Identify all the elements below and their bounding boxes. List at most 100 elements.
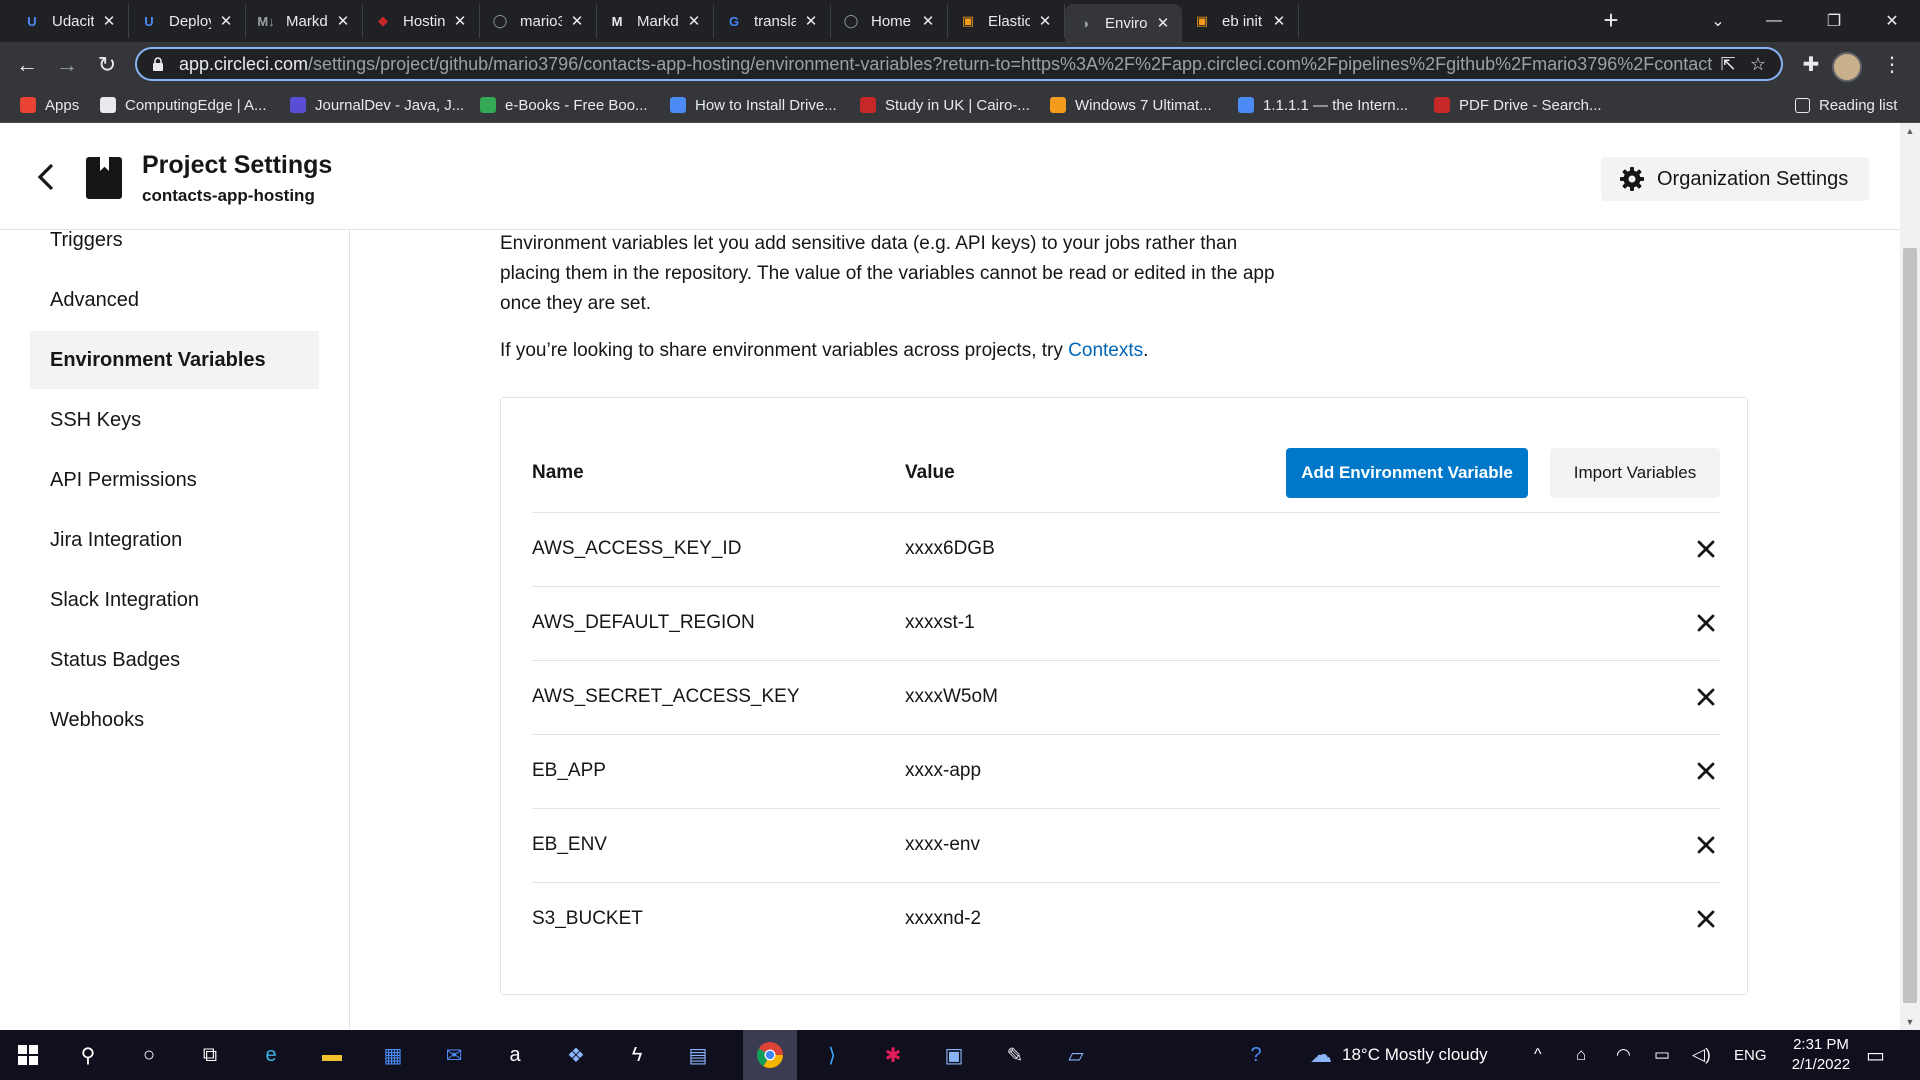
browser-tab[interactable]: ◆ Hosting a ✕ xyxy=(363,4,480,38)
remote-desktop-icon[interactable]: ▤ xyxy=(682,1039,714,1071)
tab-close-icon[interactable]: ✕ xyxy=(1154,14,1172,32)
browser-tab[interactable]: ▣ eb init - A ✕ xyxy=(1182,4,1299,38)
delete-variable-close-icon[interactable] xyxy=(1695,834,1717,856)
monitor-app-icon[interactable]: ▣ xyxy=(938,1039,970,1071)
delete-variable-close-icon[interactable] xyxy=(1695,686,1717,708)
scroll-down-arrow-icon[interactable]: ▼ xyxy=(1900,1014,1920,1030)
tab-close-icon[interactable]: ✕ xyxy=(1270,12,1288,30)
weather-widget[interactable]: ☁ 18°C Mostly cloudy xyxy=(1310,1030,1488,1080)
meet-icon[interactable]: ⌂ xyxy=(1576,1030,1586,1080)
contexts-link[interactable]: Contexts xyxy=(1068,340,1143,361)
sidebar-item-webhooks[interactable]: Webhooks xyxy=(30,691,319,749)
system-clock[interactable]: 2:31 PM 2/1/2022 xyxy=(1776,1035,1866,1075)
wifi-icon[interactable]: ◠ xyxy=(1616,1030,1631,1080)
sidebar-item-triggers[interactable]: Triggers xyxy=(30,211,319,269)
browser-tab[interactable]: M Markdow ✕ xyxy=(597,4,714,38)
new-tab-button[interactable]: + xyxy=(1596,6,1626,36)
help-icon[interactable]: ? xyxy=(1240,1039,1272,1071)
bookmark-item[interactable]: ComputingEdge | A... xyxy=(100,95,266,115)
bookmark-item[interactable]: Windows 7 Ultimat... xyxy=(1050,95,1212,115)
vscode-icon[interactable]: ⟩ xyxy=(816,1039,848,1071)
bookmark-item[interactable]: JournalDev - Java, J... xyxy=(290,95,464,115)
tab-close-icon[interactable]: ✕ xyxy=(919,12,937,30)
search-icon[interactable]: ⚲ xyxy=(72,1039,104,1071)
edge-icon[interactable]: e xyxy=(255,1039,287,1071)
forward-arrow-icon[interactable]: → xyxy=(52,50,82,80)
chrome-icon[interactable] xyxy=(743,1030,797,1080)
delete-variable-close-icon[interactable] xyxy=(1695,612,1717,634)
back-chevron-icon[interactable] xyxy=(34,163,58,191)
reading-list[interactable]: Reading list xyxy=(1795,95,1897,115)
store-icon[interactable]: ▦ xyxy=(377,1039,409,1071)
bookmark-item[interactable]: 1.1.1.1 — the Intern... xyxy=(1238,95,1408,115)
dropbox-icon[interactable]: ❖ xyxy=(560,1039,592,1071)
page-scrollbar[interactable]: ▲ ▼ xyxy=(1900,123,1920,1030)
sidebar-item-status-badges[interactable]: Status Badges xyxy=(30,631,319,689)
scroll-up-arrow-icon[interactable]: ▲ xyxy=(1900,123,1920,139)
restore-icon[interactable]: ❐ xyxy=(1806,0,1862,42)
file-explorer-icon[interactable]: ▬ xyxy=(316,1039,348,1071)
menu-kebab-icon[interactable]: ⋮ xyxy=(1878,52,1906,80)
minimize-icon[interactable]: — xyxy=(1746,0,1802,42)
tab-close-icon[interactable]: ✕ xyxy=(217,12,235,30)
tab-close-icon[interactable]: ✕ xyxy=(1036,12,1054,30)
browser-tab[interactable]: ◑ Environm ✕ xyxy=(1065,4,1182,42)
tab-close-icon[interactable]: ✕ xyxy=(100,12,118,30)
browser-toolbar: ← → ↻ app.circleci.com/settings/project/… xyxy=(0,42,1920,88)
tab-close-icon[interactable]: ✕ xyxy=(802,12,820,30)
bookmark-item[interactable]: How to Install Drive... xyxy=(670,95,837,115)
sidebar-item-jira-integration[interactable]: Jira Integration xyxy=(30,511,319,569)
organization-settings-button[interactable]: Organization Settings xyxy=(1601,157,1869,201)
notifications-icon[interactable]: ▭ xyxy=(1866,1030,1885,1080)
bookmark-star-icon[interactable]: ☆ xyxy=(1743,54,1773,75)
language-indicator[interactable]: ENG xyxy=(1734,1030,1767,1080)
window-close-icon[interactable]: ✕ xyxy=(1864,0,1920,42)
browser-tab[interactable]: U Udacity R ✕ xyxy=(12,4,129,38)
delete-variable-close-icon[interactable] xyxy=(1695,908,1717,930)
browser-tab[interactable]: ◯ mario379 ✕ xyxy=(480,4,597,38)
address-bar[interactable]: app.circleci.com/settings/project/github… xyxy=(135,47,1783,81)
paint-icon[interactable]: ✎ xyxy=(999,1039,1031,1071)
browser-tab[interactable]: ▣ Elastic Be ✕ xyxy=(948,4,1065,38)
tab-close-icon[interactable]: ✕ xyxy=(451,12,469,30)
tab-close-icon[interactable]: ✕ xyxy=(568,12,586,30)
extensions-icon[interactable]: ✚ xyxy=(1797,52,1825,80)
reload-icon[interactable]: ↻ xyxy=(92,50,122,80)
bookmark-item[interactable]: PDF Drive - Search... xyxy=(1434,95,1602,115)
task-view-icon[interactable]: ⧉ xyxy=(194,1039,226,1071)
sidebar-item-advanced[interactable]: Advanced xyxy=(30,271,319,329)
tab-search-icon[interactable]: ⌄ xyxy=(1690,0,1746,42)
scrollbar-thumb[interactable] xyxy=(1903,248,1917,1003)
cortana-icon[interactable]: ○ xyxy=(133,1039,165,1071)
battery-icon[interactable]: ▭ xyxy=(1654,1030,1670,1080)
back-arrow-icon[interactable]: ← xyxy=(12,50,42,80)
add-environment-variable-button[interactable]: Add Environment Variable xyxy=(1286,448,1528,498)
amazon-icon[interactable]: a xyxy=(499,1039,531,1071)
delete-variable-close-icon[interactable] xyxy=(1695,538,1717,560)
browser-tab[interactable]: ◯ Home - p ✕ xyxy=(831,4,948,38)
windows-start-icon[interactable] xyxy=(12,1039,44,1071)
share-icon[interactable]: ⇱ xyxy=(1713,54,1743,75)
bookmark-item[interactable]: e-Books - Free Boo... xyxy=(480,95,648,115)
browser-tab[interactable]: U Deployme ✕ xyxy=(129,4,246,38)
browser-tab[interactable]: Gtranslate ✕ xyxy=(714,4,831,38)
profile-avatar[interactable] xyxy=(1832,52,1862,82)
tab-close-icon[interactable]: ✕ xyxy=(685,12,703,30)
tab-close-icon[interactable]: ✕ xyxy=(334,12,352,30)
tab-label: Environm xyxy=(1105,14,1148,32)
slack-icon[interactable]: ✱ xyxy=(877,1039,909,1071)
notes-app-icon[interactable]: ▱ xyxy=(1060,1039,1092,1071)
sidebar-item-slack-integration[interactable]: Slack Integration xyxy=(30,571,319,629)
tray-chevron-icon[interactable]: ^ xyxy=(1534,1030,1542,1080)
delete-variable-close-icon[interactable] xyxy=(1695,760,1717,782)
bookmark-item[interactable]: Apps xyxy=(20,95,79,115)
browser-tab[interactable]: M↓ Markdow ✕ xyxy=(246,4,363,38)
bolt-app-icon[interactable]: ϟ xyxy=(621,1039,653,1071)
bookmark-item[interactable]: Study in UK | Cairo-... xyxy=(860,95,1030,115)
sidebar-item-ssh-keys[interactable]: SSH Keys xyxy=(30,391,319,449)
import-variables-button[interactable]: Import Variables xyxy=(1550,448,1720,498)
sidebar-item-api-permissions[interactable]: API Permissions xyxy=(30,451,319,509)
volume-icon[interactable]: ◁) xyxy=(1692,1030,1711,1080)
sidebar-item-environment-variables[interactable]: Environment Variables xyxy=(30,331,319,389)
mail-icon[interactable]: ✉ xyxy=(438,1039,470,1071)
